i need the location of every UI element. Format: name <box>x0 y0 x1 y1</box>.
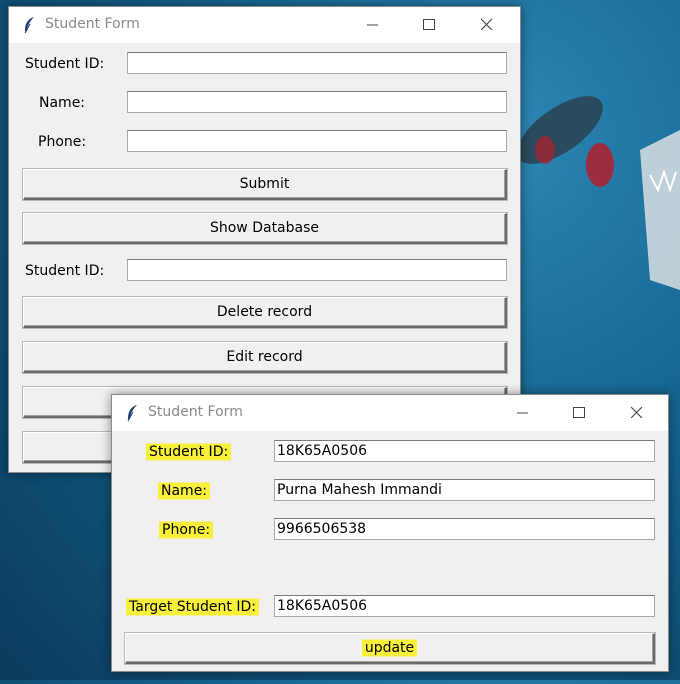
maximize-icon <box>423 19 435 30</box>
target-student-id-label: Target Student ID: <box>126 597 259 617</box>
submit-button[interactable]: Submit <box>23 169 507 200</box>
target-student-id-field[interactable] <box>127 259 507 281</box>
close-icon <box>481 18 493 30</box>
show-database-button[interactable]: Show Database <box>23 213 507 244</box>
minimize-icon <box>517 412 528 414</box>
edit-student-id-field[interactable] <box>274 440 655 462</box>
edit-window-title: Student Form <box>148 404 243 420</box>
maximize-icon <box>573 407 585 418</box>
close-icon <box>631 406 643 418</box>
delete-record-button[interactable]: Delete record <box>23 297 507 328</box>
edit-student-id-label: Student ID: <box>146 442 232 462</box>
name-field[interactable] <box>127 91 507 113</box>
name-label: Name: <box>39 95 86 111</box>
edit-window: Student Form Student ID: Name: Phone: Ta… <box>111 394 669 672</box>
minimize-button[interactable] <box>351 7 397 43</box>
target-student-id-label: Student ID: <box>25 263 105 279</box>
maximize-button[interactable] <box>407 7 453 43</box>
student-id-label: Student ID: <box>25 56 105 72</box>
student-id-field[interactable] <box>127 52 507 74</box>
feather-icon <box>124 404 142 422</box>
edit-phone-field[interactable] <box>274 518 655 540</box>
edit-record-button[interactable]: Edit record <box>23 342 507 373</box>
feather-icon <box>21 16 39 34</box>
edit-titlebar[interactable]: Student Form <box>112 395 668 431</box>
edit-phone-label: Phone: <box>159 520 214 540</box>
minimize-icon <box>367 24 378 26</box>
main-window-title: Student Form <box>45 16 140 32</box>
maximize-button[interactable] <box>557 395 603 431</box>
update-button-label: update <box>361 638 418 658</box>
edit-target-student-id-field[interactable] <box>274 595 655 617</box>
edit-name-field[interactable] <box>274 479 655 501</box>
update-button[interactable]: update <box>125 633 655 664</box>
main-titlebar[interactable]: Student Form <box>9 7 520 43</box>
phone-label: Phone: <box>38 134 87 150</box>
close-button[interactable] <box>615 395 661 431</box>
edit-name-label: Name: <box>158 481 211 501</box>
minimize-button[interactable] <box>501 395 547 431</box>
close-button[interactable] <box>465 7 511 43</box>
phone-field[interactable] <box>127 130 507 152</box>
